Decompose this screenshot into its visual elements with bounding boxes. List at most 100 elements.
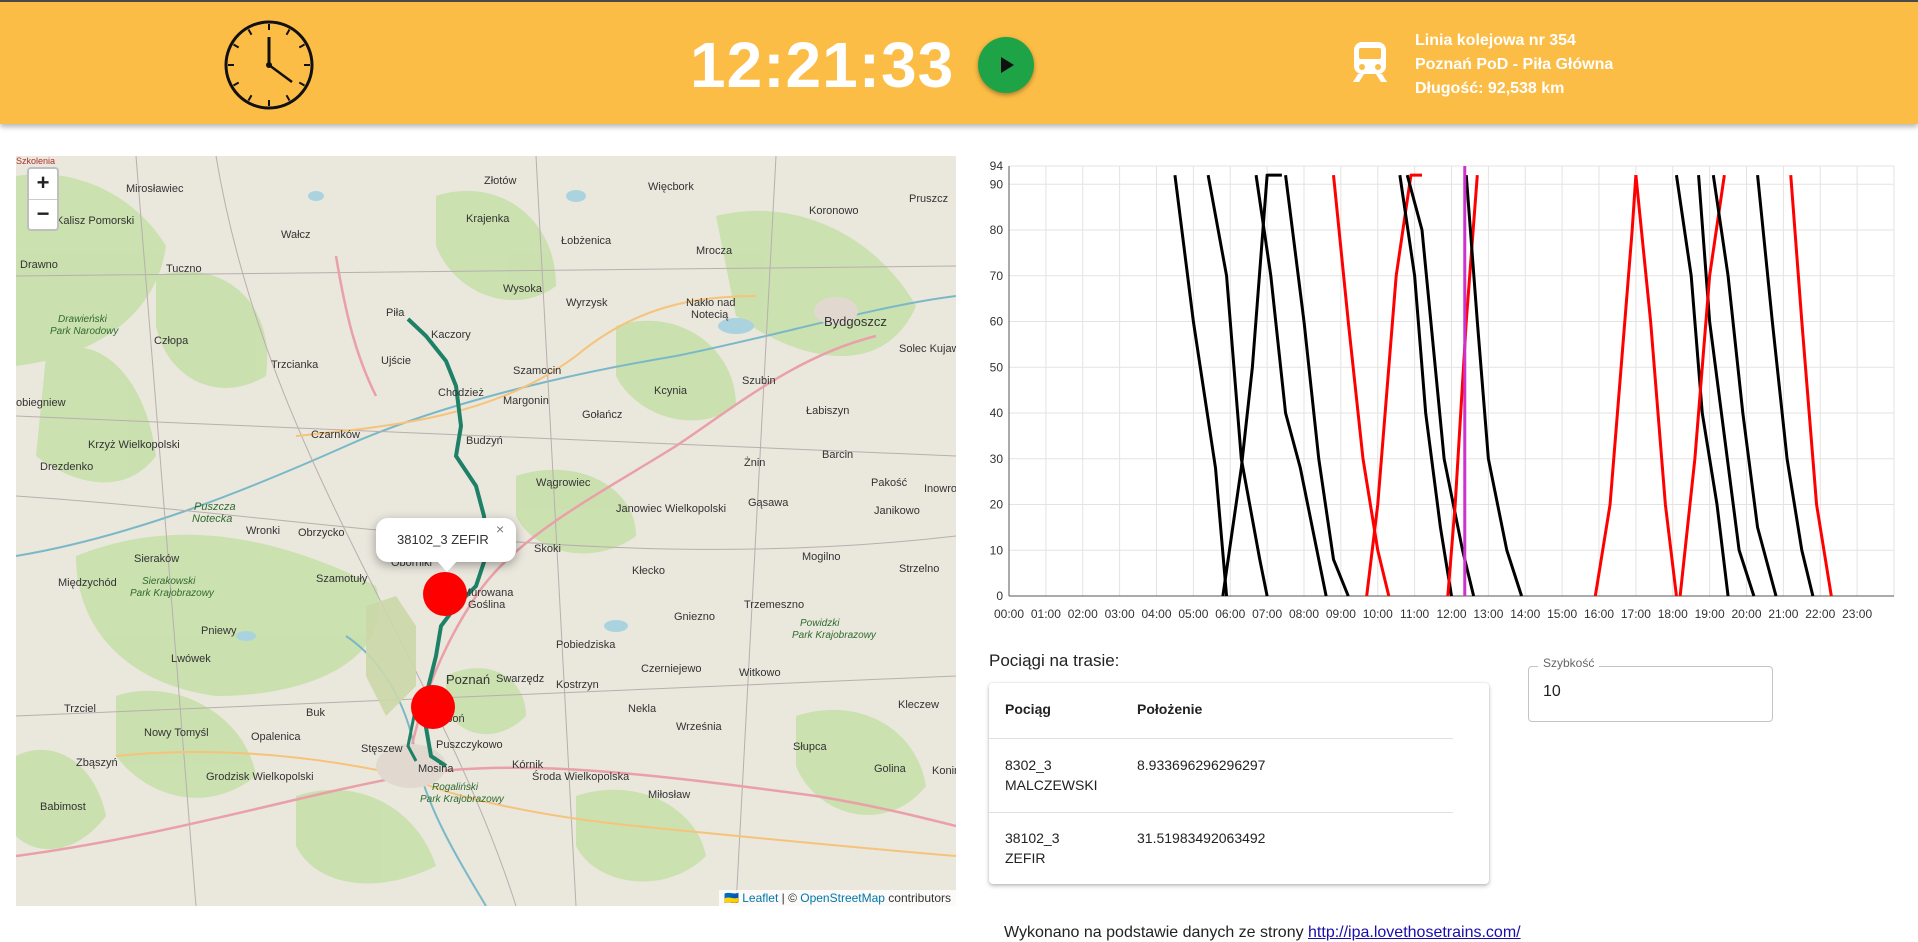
x-tick-label: 23:00 [1842,607,1872,621]
svg-text:Sierakowski: Sierakowski [142,576,196,587]
play-button[interactable] [978,37,1034,93]
x-tick-label: 00:00 [994,607,1024,621]
svg-text:Stęszew: Stęszew [361,743,403,755]
svg-text:Rogaliński: Rogaliński [432,782,479,793]
train-marker-malczewski[interactable] [411,685,455,729]
y-tick-label: 60 [990,315,1004,329]
y-tick-label: 90 [990,177,1004,191]
svg-text:Nowy Tomyśl: Nowy Tomyśl [144,727,209,739]
x-tick-label: 11:00 [1400,607,1429,621]
x-tick-label: 14:00 [1510,607,1540,621]
train-series-line [1206,174,1269,597]
train-marker-zefir[interactable] [423,572,467,616]
svg-text:Goślina: Goślina [468,599,506,611]
svg-text:Park Krajobrazowy: Park Krajobrazowy [130,588,215,599]
analog-clock-icon [224,20,314,110]
table-row-position: 31.51983492063492 [1137,830,1266,846]
svg-text:Mrocza: Mrocza [696,245,733,257]
svg-text:Babimost: Babimost [40,801,86,813]
svg-text:Krajenka: Krajenka [466,213,510,225]
x-tick-label: 18:00 [1658,607,1688,621]
attribution-separator: | © [778,891,801,905]
x-tick-label: 22:00 [1805,607,1835,621]
x-tick-label: 10:00 [1363,607,1393,621]
zoom-in-button[interactable]: + [29,169,57,199]
table-row-train-name: 38102_3 ZEFIR [1005,828,1060,868]
attribution-suffix: contributors [884,891,951,905]
x-tick-label: 09:00 [1326,607,1356,621]
train-series-line [1593,175,1638,597]
svg-text:Mosina: Mosina [418,763,454,775]
x-tick-label: 07:00 [1252,607,1282,621]
leaflet-link[interactable]: Leaflet [742,891,778,905]
svg-text:Łobżenica: Łobżenica [561,235,612,247]
svg-text:Notecka: Notecka [192,513,232,525]
y-tick-label: 20 [990,498,1004,512]
svg-text:Park Narodowy: Park Narodowy [50,326,119,337]
route-map[interactable]: Szkolenia Mirosławiec Złotów Więcbork Pr… [16,156,956,906]
train-name: MALCZEWSKI [1005,777,1098,793]
train-series-line [1789,175,1833,597]
svg-text:Konin: Konin [932,765,956,777]
svg-text:Łabiszyn: Łabiszyn [806,405,849,417]
svg-text:Kaczory: Kaczory [431,329,471,341]
table-row-train-name: 8302_3 MALCZEWSKI [1005,755,1098,795]
x-tick-label: 16:00 [1584,607,1614,621]
train-name: ZEFIR [1005,850,1046,866]
route-length: Długość: 92,538 km [1415,80,1565,97]
x-tick-label: 12:00 [1436,607,1466,621]
column-header-position: Położenie [1137,701,1203,717]
svg-text:Janowiec Wielkopolski: Janowiec Wielkopolski [616,503,726,515]
svg-text:Kostrzyn: Kostrzyn [556,679,599,691]
ukraine-flag-icon: 🇺🇦 [723,891,739,905]
svg-text:Szkolenia: Szkolenia [16,156,55,166]
svg-text:Nakło nad: Nakło nad [686,297,736,309]
current-time: 12:21:33 [690,29,955,101]
svg-text:Koronowo: Koronowo [809,205,859,217]
svg-text:Budzyń: Budzyń [466,435,503,447]
svg-text:Zbąszyń: Zbąszyń [76,757,118,769]
svg-text:Wysoka: Wysoka [503,283,543,295]
x-tick-label: 13:00 [1473,607,1503,621]
x-tick-label: 17:00 [1621,607,1651,621]
trains-title: Pociągi na trasie: [989,651,1120,670]
svg-text:Gąsawa: Gąsawa [748,497,789,509]
svg-text:Trzemeszno: Trzemeszno [744,599,804,611]
svg-text:Drezdenko: Drezdenko [40,461,93,473]
route-name: Poznań PoD - Piła Główna [1415,56,1614,73]
svg-text:Lwówek: Lwówek [171,653,211,665]
svg-text:Janikowo: Janikowo [874,505,920,517]
svg-text:Park Krajobrazowy: Park Krajobrazowy [792,630,877,641]
x-tick-label: 20:00 [1731,607,1761,621]
y-tick-label: 70 [990,269,1004,283]
zoom-out-button[interactable]: − [29,199,57,229]
osm-link[interactable]: OpenStreetMap [800,891,885,905]
svg-text:Solec Kujaw: Solec Kujaw [899,343,956,355]
svg-text:Gniezno: Gniezno [674,611,715,623]
footer-credit: Wykonano na podstawie danych ze strony h… [1004,924,1521,942]
svg-text:Drawno: Drawno [20,259,58,271]
svg-text:Kcynia: Kcynia [654,385,688,397]
svg-text:Międzychód: Międzychód [58,577,117,589]
svg-text:Złotów: Złotów [484,175,516,187]
svg-text:Słupca: Słupca [793,741,828,753]
train-id: 38102_3 [1005,830,1060,846]
source-link[interactable]: http://ipa.lovethosetrains.com/ [1308,924,1521,941]
train-icon [1353,42,1387,82]
y-tick-label: 0 [996,589,1003,603]
popup-close-button[interactable]: × [496,521,504,537]
y-tick-label: 40 [990,406,1004,420]
train-series-line [1365,173,1422,597]
svg-text:Trzcianka: Trzcianka [271,359,319,371]
svg-text:Sieraków: Sieraków [134,553,179,565]
zoom-control: + − [27,167,59,231]
y-tick-label: 80 [990,223,1004,237]
svg-text:Ujście: Ujście [381,355,411,367]
svg-text:Inowro: Inowro [924,483,956,495]
svg-text:Golina: Golina [874,763,907,775]
svg-text:Czerniejewo: Czerniejewo [641,663,702,675]
svg-text:Września: Września [676,721,723,733]
svg-text:Gołańcz: Gołańcz [582,409,622,421]
x-tick-label: 08:00 [1289,607,1319,621]
speed-input[interactable] [1543,683,1743,701]
